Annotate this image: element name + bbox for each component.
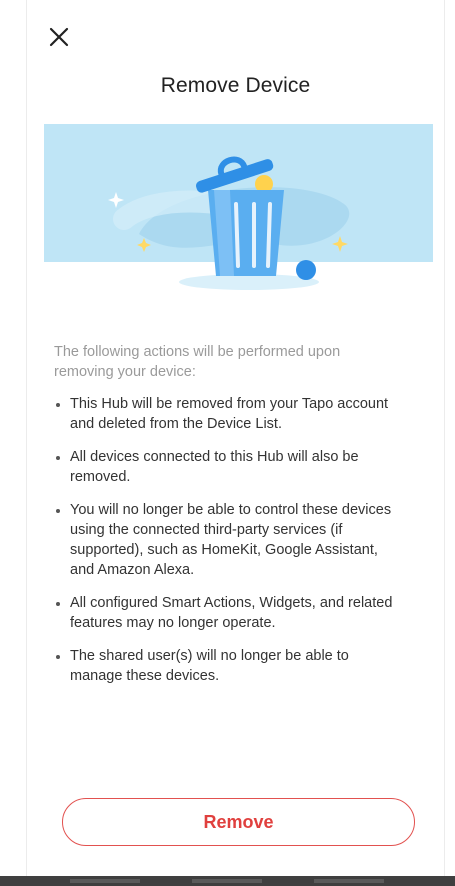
close-button[interactable] [44, 22, 74, 52]
bullet-icon [56, 509, 60, 513]
list-item-text: All devices connected to this Hub will a… [70, 449, 359, 485]
remove-button[interactable]: Remove [62, 798, 415, 846]
hero-illustration [44, 124, 433, 290]
nav-segment [192, 879, 262, 883]
list-item: All configured Smart Actions, Widgets, a… [54, 593, 399, 633]
bullet-icon [56, 655, 60, 659]
right-edge [444, 0, 455, 886]
actions-list: This Hub will be removed from your Tapo … [54, 394, 399, 699]
list-item-text: The shared user(s) will no longer be abl… [70, 648, 349, 684]
list-item: All devices connected to this Hub will a… [54, 447, 399, 487]
page-title: Remove Device [160, 74, 311, 97]
remove-device-screen: Remove Device The following actions will… [0, 0, 455, 886]
nav-segment [70, 879, 140, 883]
sparkle-icon [108, 192, 124, 208]
bullet-icon [56, 456, 60, 460]
list-item-text: All configured Smart Actions, Widgets, a… [70, 595, 393, 631]
list-item-text: You will no longer be able to control th… [70, 502, 392, 578]
close-icon [49, 27, 69, 47]
bullet-icon [56, 403, 60, 407]
nav-segment [314, 879, 384, 883]
list-item: You will no longer be able to control th… [54, 500, 399, 580]
left-edge [0, 0, 27, 886]
list-item: This Hub will be removed from your Tapo … [54, 394, 399, 434]
list-item: The shared user(s) will no longer be abl… [54, 646, 399, 686]
ball-icon [296, 260, 316, 280]
list-item-text: This Hub will be removed from your Tapo … [70, 396, 389, 432]
intro-text: The following actions will be performed … [54, 344, 341, 380]
system-nav-bar [0, 876, 455, 886]
bullet-icon [56, 602, 60, 606]
